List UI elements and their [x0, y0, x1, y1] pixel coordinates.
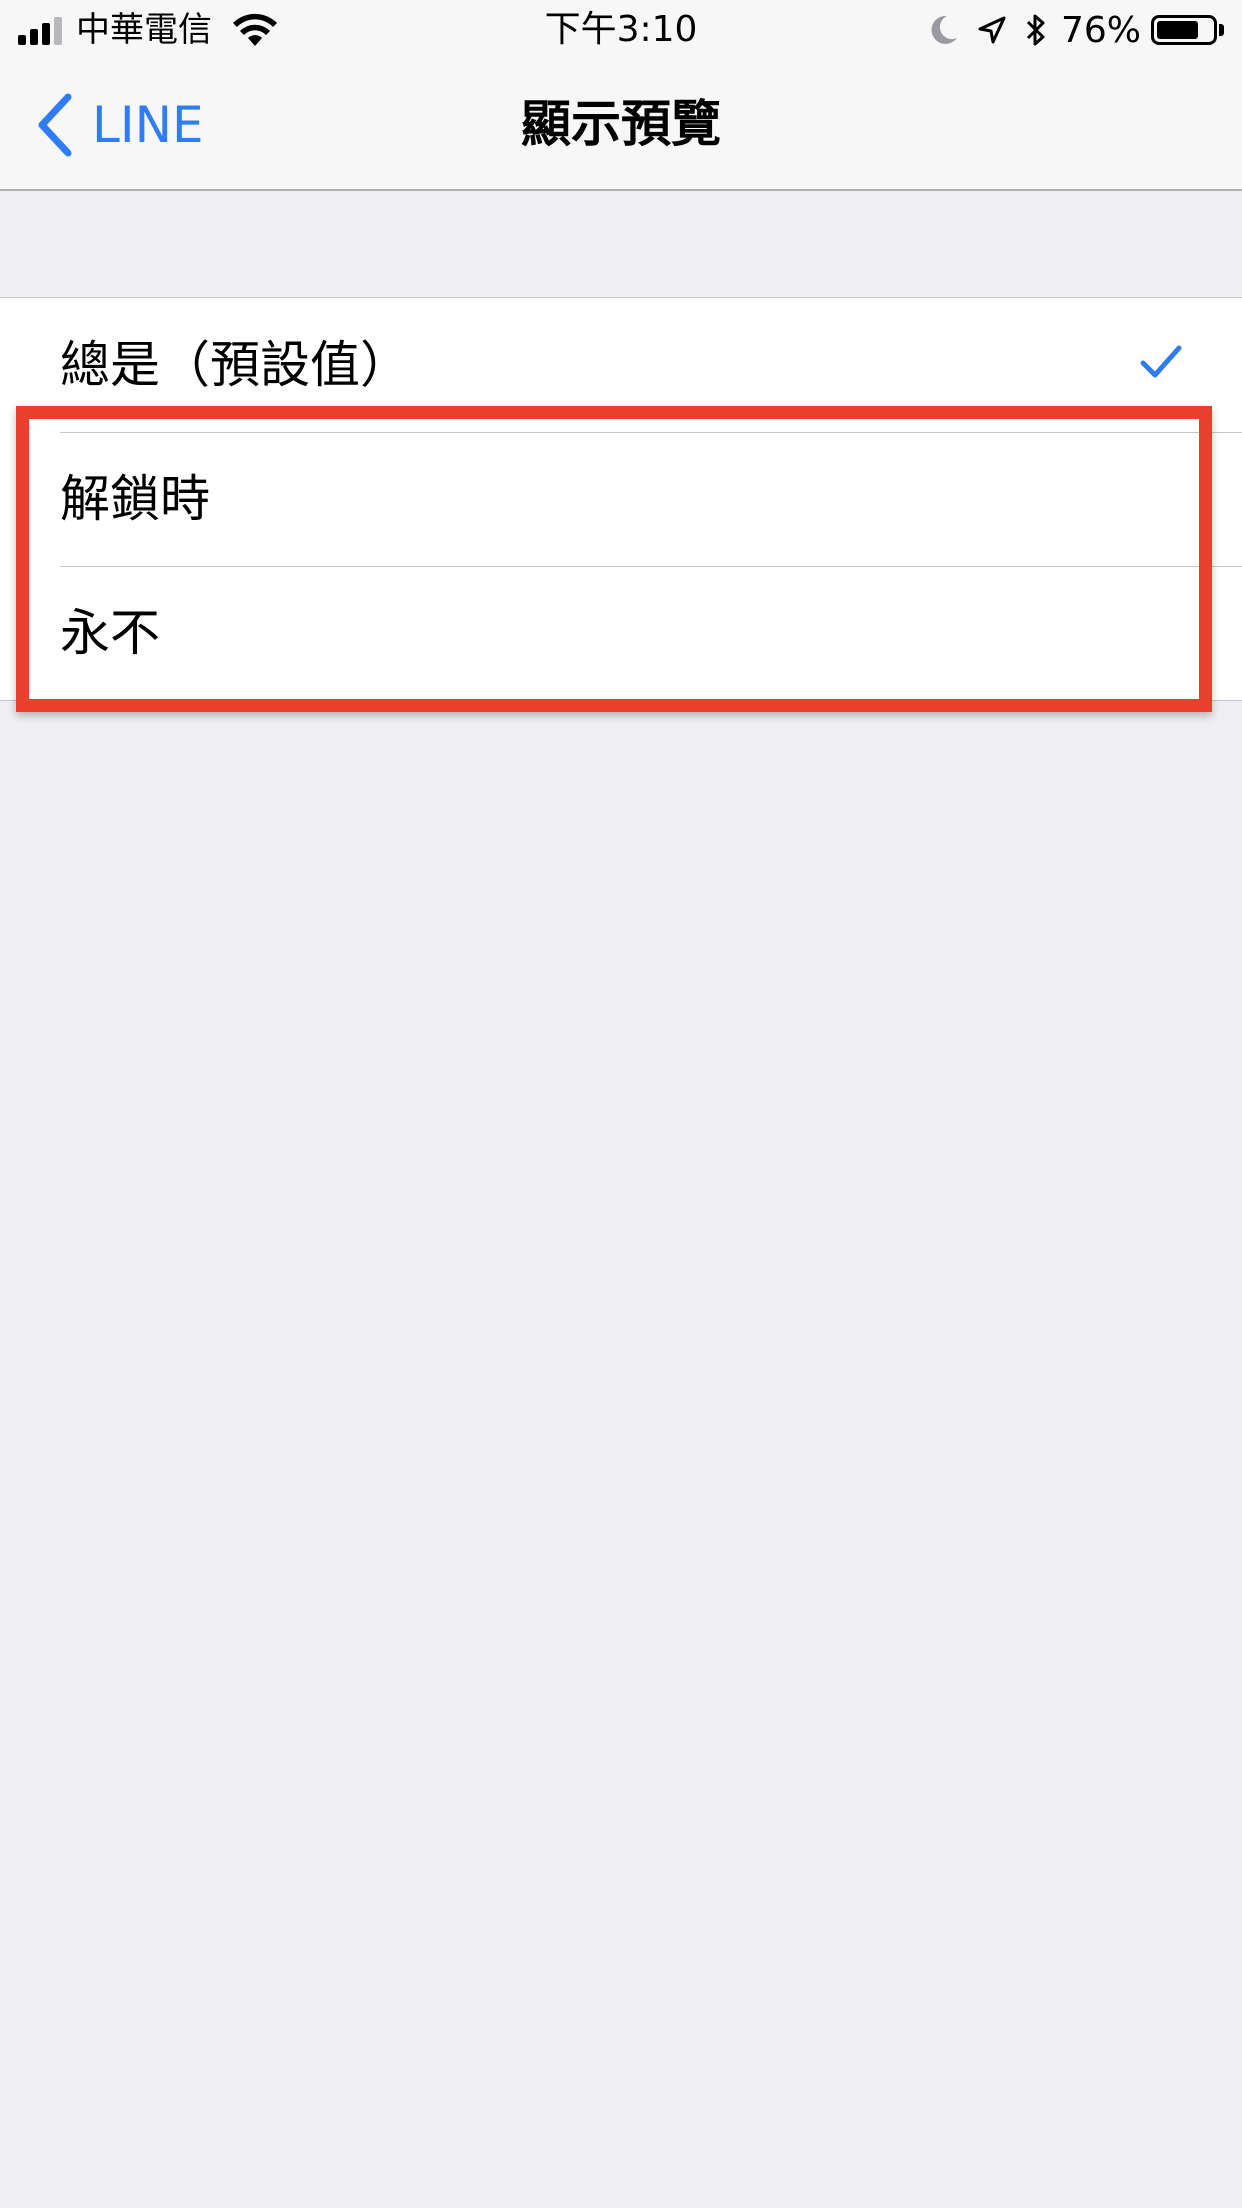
location-icon [978, 16, 1006, 44]
preview-options-list: 總是（預設值） 解鎖時 永不 [0, 297, 1242, 701]
navigation-bar: LINE 顯示預覽 [0, 60, 1242, 191]
option-label: 永不 [60, 604, 160, 662]
page-title: 顯示預覽 [521, 95, 721, 153]
battery-fill [1157, 21, 1198, 39]
status-bar-right: 76% [911, 0, 1224, 60]
battery-percent: 76% [1060, 9, 1141, 51]
bluetooth-icon [1026, 14, 1045, 46]
battery-nub [1219, 24, 1224, 36]
checkmark-icon [1140, 345, 1182, 378]
option-never[interactable]: 永不 [0, 566, 1242, 700]
battery-icon [1151, 15, 1217, 45]
status-bar: 中華電信 下午3:10 76% [0, 0, 1242, 60]
option-label: 總是（預設值） [60, 336, 410, 394]
option-label: 解鎖時 [60, 470, 210, 528]
moon-icon [931, 15, 957, 44]
option-always[interactable]: 總是（預設值） [0, 298, 1242, 432]
option-when-unlocked[interactable]: 解鎖時 [0, 432, 1242, 566]
